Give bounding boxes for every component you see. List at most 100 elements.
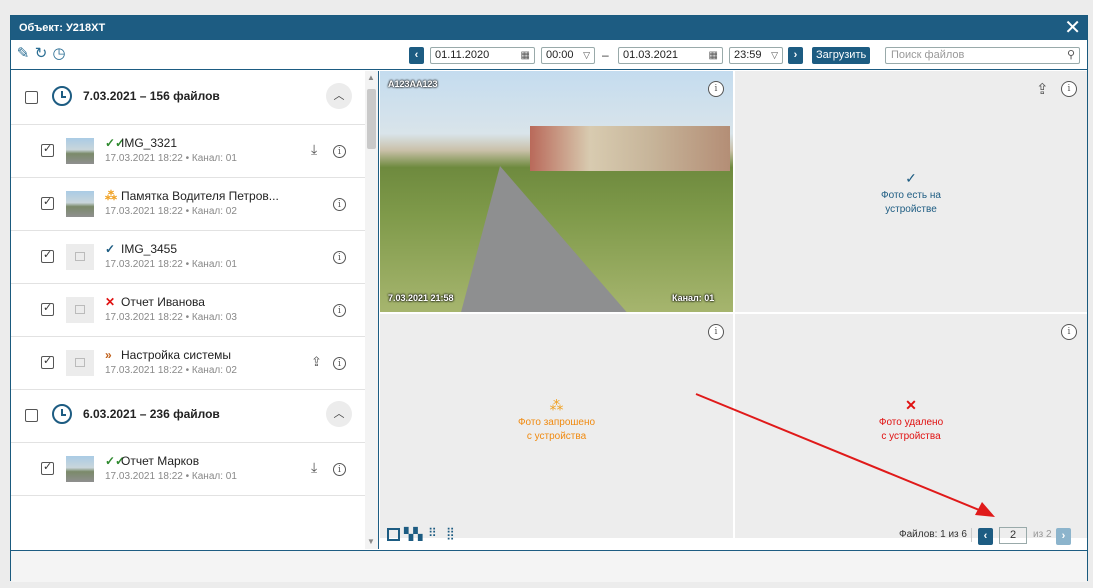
preview-cell-photo[interactable]: A123AA123 7.03.2021 21:58 Канал: 01 i xyxy=(380,71,733,312)
next-period-button[interactable]: › xyxy=(788,47,803,64)
status-icon: ✓ xyxy=(105,242,116,256)
item-name: Отчет Марков xyxy=(121,454,200,468)
item-checkbox[interactable] xyxy=(41,354,54,369)
date-to-field[interactable]: 01.03.2021 ▦ xyxy=(618,47,723,64)
page-input[interactable]: 2 xyxy=(999,527,1027,544)
layout-9-icon[interactable]: ⠿ xyxy=(428,527,437,540)
item-name: IMG_3321 xyxy=(121,136,178,150)
info-icon[interactable]: i xyxy=(333,251,346,264)
list-item[interactable]: ⁂ Памятка Водителя Петров... 17.03.2021 1… xyxy=(11,177,365,231)
preview-cell-on-device[interactable]: ⇪ i ✓ Фото есть на устройстве xyxy=(735,71,1087,312)
preview-cell-deleted[interactable]: i ✕ Фото удалено с устройства xyxy=(735,314,1087,538)
layout-16-icon[interactable]: ⣿ xyxy=(446,527,455,540)
thumbnail xyxy=(66,456,94,482)
info-icon[interactable]: i xyxy=(333,145,346,158)
calendar-icon[interactable]: ▦ xyxy=(521,48,530,63)
item-meta: 17.03.2021 18:22 • Канал: 01 xyxy=(105,259,237,270)
item-checkbox[interactable] xyxy=(41,195,54,210)
deleted-icon: ✕ xyxy=(905,397,917,413)
chevron-down-icon: ▽ xyxy=(583,50,590,60)
info-icon[interactable]: i xyxy=(708,324,724,340)
date-to-value: 01.03.2021 xyxy=(623,49,679,61)
item-meta: 17.03.2021 18:22 • Канал: 01 xyxy=(105,471,237,482)
time-to-value: 23:59 xyxy=(734,49,762,61)
item-checkbox[interactable] xyxy=(41,248,54,263)
search-input[interactable]: Поиск файлов ⚲ xyxy=(885,47,1080,64)
time-to-select[interactable]: 23:59 ▽ xyxy=(729,47,783,64)
list-item[interactable]: ✕ Отчет Иванова 17.03.2021 18:22 • Канал:… xyxy=(11,283,365,337)
item-checkbox[interactable] xyxy=(41,142,54,157)
item-name: Отчет Иванова xyxy=(121,295,205,309)
divider xyxy=(971,528,972,542)
close-icon[interactable]: ✕ xyxy=(1064,17,1081,39)
load-button[interactable]: Загрузить xyxy=(812,47,871,64)
check-icon: ✓ xyxy=(905,170,917,186)
item-title: ⁂ Памятка Водителя Петров... xyxy=(105,189,279,203)
item-meta: 17.03.2021 18:22 • Канал: 02 xyxy=(105,365,237,376)
item-checkbox[interactable] xyxy=(41,460,54,475)
channel-overlay: Канал: 01 xyxy=(672,293,715,303)
item-checkbox[interactable] xyxy=(41,301,54,316)
info-icon[interactable]: i xyxy=(708,81,724,97)
info-icon[interactable]: i xyxy=(1061,324,1077,340)
status-icon: ⁂ xyxy=(105,189,117,203)
group-title: 7.03.2021 – 156 файлов xyxy=(83,89,220,103)
cell-state: ⁂ Фото запрошено с устройства xyxy=(380,398,733,444)
item-meta: 17.03.2021 18:22 • Канал: 01 xyxy=(105,153,237,164)
info-icon[interactable]: i xyxy=(333,463,346,476)
list-item[interactable]: ✓ IMG_3455 17.03.2021 18:22 • Канал: 01 i xyxy=(11,230,365,284)
calendar-icon[interactable]: ▦ xyxy=(709,48,718,63)
collapse-button[interactable]: ︿ xyxy=(326,83,352,109)
layout-4-icon[interactable]: ▚▚ xyxy=(404,528,422,541)
prev-page-button[interactable]: ‹ xyxy=(978,528,993,545)
item-name: IMG_3455 xyxy=(121,242,178,256)
cloud-upload-icon[interactable]: ⇪ xyxy=(1036,80,1049,98)
time-from-select[interactable]: 00:00 ▽ xyxy=(541,47,595,64)
group-checkbox[interactable] xyxy=(25,91,38,104)
state-text-2: с устройства xyxy=(526,431,587,442)
loading-icon: ⁂ xyxy=(549,397,564,413)
group-checkbox[interactable] xyxy=(25,409,38,422)
files-count: Файлов: 1 из 6 xyxy=(899,529,967,540)
download-icon[interactable]: ⤓ xyxy=(311,459,317,476)
date-group-header[interactable]: 7.03.2021 – 156 файлов ︿ xyxy=(11,71,365,125)
history-icon[interactable]: ◷ xyxy=(51,45,67,63)
info-icon[interactable]: i xyxy=(333,357,346,370)
download-icon[interactable]: ⤓ xyxy=(311,141,317,158)
search-placeholder: Поиск файлов xyxy=(891,49,965,61)
date-from-field[interactable]: 01.11.2020 ▦ xyxy=(430,47,535,64)
state-text-2: устройстве xyxy=(885,204,937,215)
list-item[interactable]: ✓✓IMG_3321 17.03.2021 18:22 • Канал: 01 … xyxy=(11,124,365,178)
grid-footer: ▚▚ ⠿ ⣿ Файлов: 1 из 6 ‹ 2 из 2 › xyxy=(381,525,1088,547)
date-group-header[interactable]: 6.03.2021 – 236 файлов ︿ xyxy=(11,389,365,443)
refresh-icon[interactable]: ↻ xyxy=(33,45,49,63)
date-range-dash: – xyxy=(602,48,609,62)
thumbnail xyxy=(66,138,94,164)
prev-period-button[interactable]: ‹ xyxy=(409,47,424,64)
item-name: Памятка Водителя Петров... xyxy=(121,189,279,203)
list-item[interactable]: ✓✓Отчет Марков 17.03.2021 18:22 • Канал:… xyxy=(11,442,365,496)
preview-cell-requested[interactable]: i ⁂ Фото запрошено с устройства xyxy=(380,314,733,538)
scroll-down-icon[interactable]: ▼ xyxy=(367,537,375,546)
list-item[interactable]: » Настройка системы 17.03.2021 18:22 • Ка… xyxy=(11,336,365,390)
info-icon[interactable]: i xyxy=(333,198,346,211)
list-scrollbar[interactable]: ▲ ▼ xyxy=(365,71,378,549)
item-title: ✓✓Отчет Марков xyxy=(105,454,199,468)
info-icon[interactable]: i xyxy=(333,304,346,317)
status-icon: ✕ xyxy=(105,295,116,309)
search-icon[interactable]: ⚲ xyxy=(1067,48,1075,63)
info-icon[interactable]: i xyxy=(1061,81,1077,97)
title-bar: Объект: У218ХТ ✕ xyxy=(11,16,1087,40)
layout-1-icon[interactable] xyxy=(387,528,400,541)
scroll-thumb[interactable] xyxy=(367,89,376,149)
pencil-icon[interactable]: ✎ xyxy=(15,45,31,63)
collapse-button[interactable]: ︿ xyxy=(326,401,352,427)
state-text-1: Фото есть на xyxy=(881,190,941,201)
cloud-upload-icon[interactable]: ⇪ xyxy=(311,354,322,370)
scroll-up-icon[interactable]: ▲ xyxy=(367,73,375,82)
next-page-button[interactable]: › xyxy=(1056,528,1071,545)
date-from-value: 01.11.2020 xyxy=(435,49,490,61)
item-title: ✓✓IMG_3321 xyxy=(105,136,177,150)
item-meta: 17.03.2021 18:22 • Канал: 03 xyxy=(105,312,237,323)
time-from-value: 00:00 xyxy=(546,49,574,61)
